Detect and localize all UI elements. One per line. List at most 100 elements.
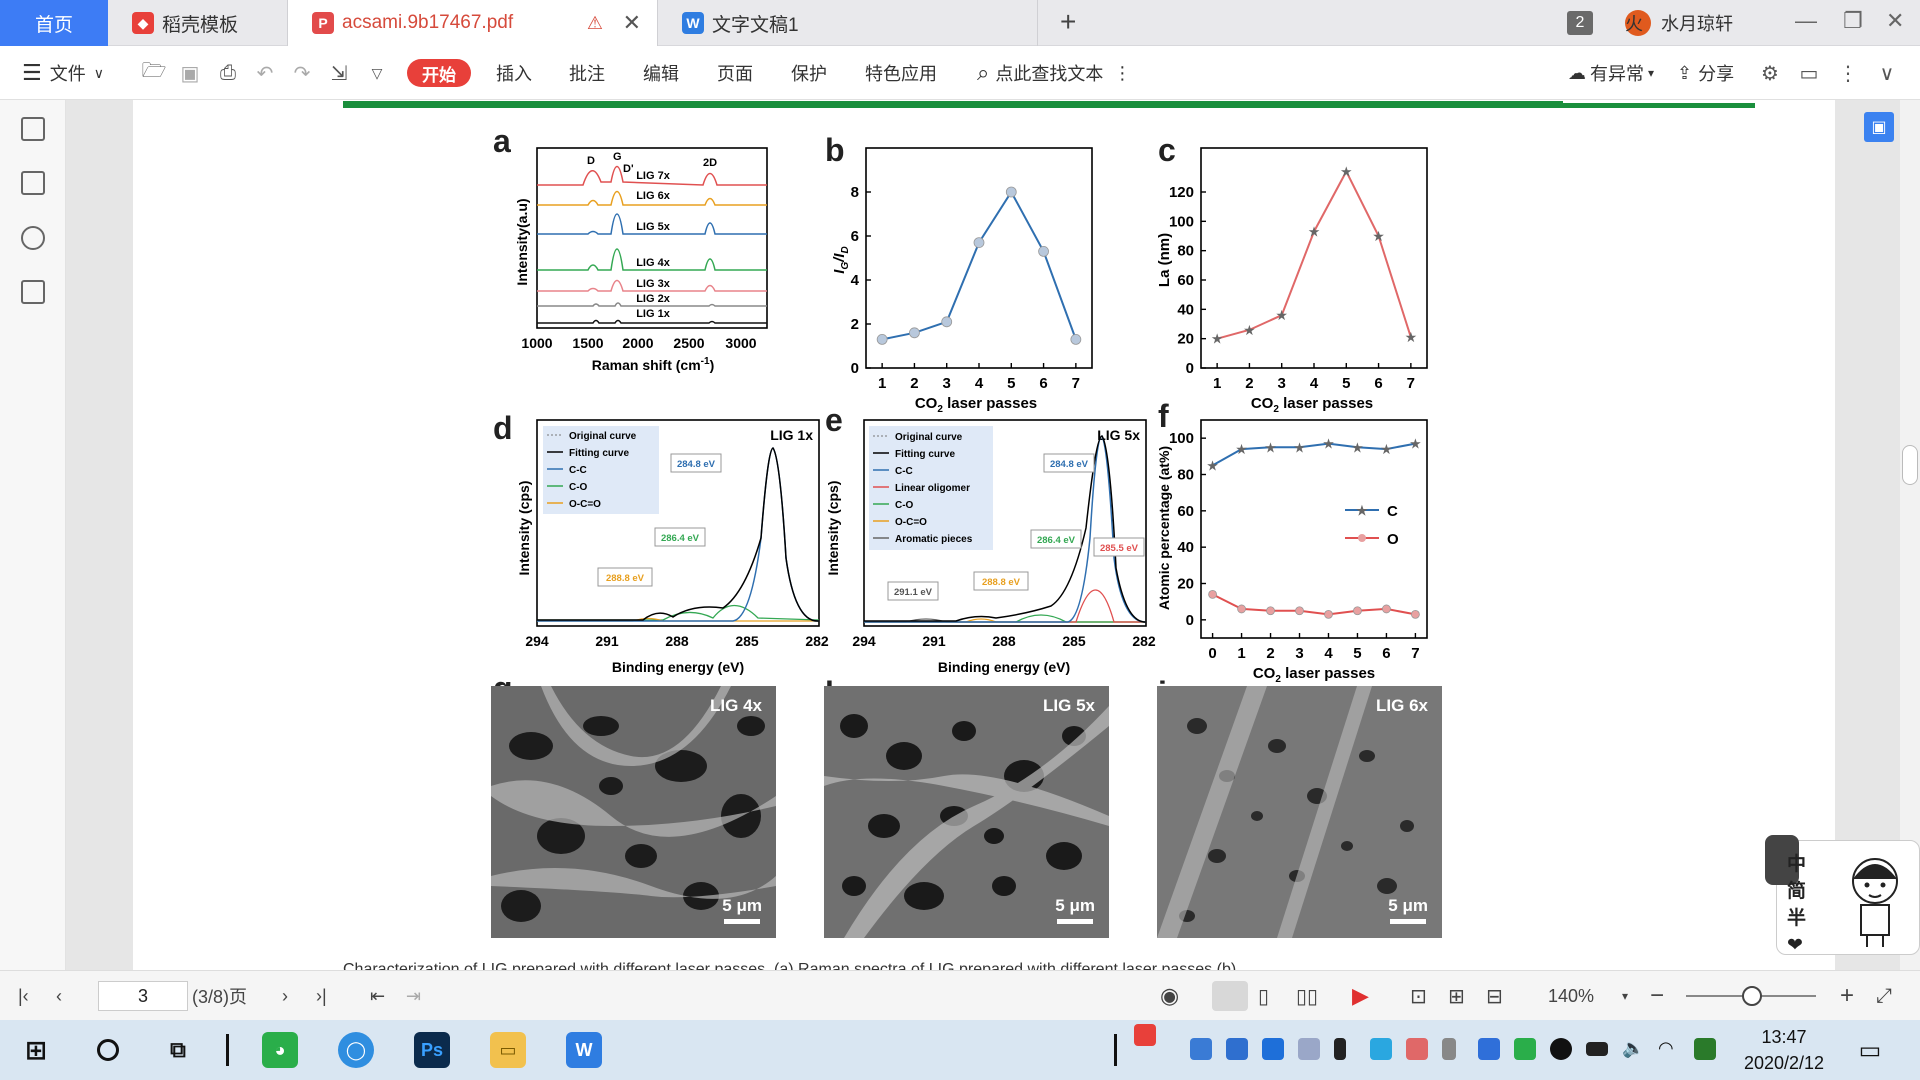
- comment-icon[interactable]: ▭: [1797, 61, 1821, 85]
- panel-b-point-0: [1005, 186, 1017, 198]
- wechat-tray-icon[interactable]: [1514, 1038, 1536, 1060]
- close-tab-icon[interactable]: ✕: [623, 10, 641, 36]
- writer-icon: W: [682, 12, 704, 34]
- eye-protection-icon[interactable]: ◉: [1160, 971, 1179, 1021]
- play-icon[interactable]: ▶: [1352, 971, 1369, 1021]
- zoom-level[interactable]: 140%: [1548, 971, 1594, 1021]
- export-icon[interactable]: ⇲: [327, 61, 351, 85]
- browser-icon[interactable]: ◯: [338, 1032, 374, 1068]
- panel-b-xtick-label: 3: [943, 375, 951, 392]
- tab-template[interactable]: ◆ 稻壳模板: [108, 0, 288, 46]
- zoom-out-icon[interactable]: −: [1650, 971, 1664, 1021]
- tab-insert[interactable]: 插入: [496, 46, 532, 100]
- battery-icon[interactable]: [1586, 1042, 1608, 1056]
- anomaly-button[interactable]: ☁ 有异常 ▾: [1568, 46, 1654, 100]
- single-page-view-icon[interactable]: [1212, 981, 1248, 1011]
- microphone-icon[interactable]: [1334, 1038, 1346, 1060]
- page-tool-icon[interactable]: ▣: [1864, 112, 1894, 142]
- more-icon[interactable]: ⋮: [1836, 61, 1860, 85]
- wps-icon[interactable]: W: [566, 1032, 602, 1068]
- legend-e-occo: O-C=O: [895, 517, 927, 528]
- zoom-in-icon[interactable]: +: [1840, 971, 1854, 1021]
- tab-home[interactable]: 首页: [0, 0, 108, 46]
- legend-f-c-marker: ★: [1356, 503, 1368, 518]
- notification-icon[interactable]: ▭: [1852, 1032, 1888, 1068]
- forward-icon[interactable]: ⇥: [406, 971, 421, 1021]
- tab-start[interactable]: 开始: [407, 59, 471, 87]
- undo-icon[interactable]: ↶: [253, 61, 277, 85]
- tab-pdf-label: acsami.9b17467.pdf: [342, 12, 514, 33]
- tab-page[interactable]: 页面: [717, 46, 753, 100]
- tray-app-icon-1[interactable]: [1190, 1038, 1212, 1060]
- actual-size-icon[interactable]: ⊡: [1410, 971, 1427, 1021]
- share-button[interactable]: ⇪ 分享: [1677, 46, 1734, 100]
- next-page-icon[interactable]: ›: [282, 971, 288, 1021]
- signature-icon[interactable]: [21, 280, 45, 304]
- fit-page-icon[interactable]: ⊞: [1448, 971, 1465, 1021]
- peak-label-g: G: [613, 151, 622, 163]
- legend-d-cc: C-C: [569, 465, 587, 476]
- file-menu[interactable]: ☰ 文件 ∨: [22, 46, 104, 100]
- tab-annotate[interactable]: 批注: [569, 46, 605, 100]
- minimize-icon[interactable]: —: [1795, 8, 1817, 34]
- wifi-icon[interactable]: ◠: [1658, 1038, 1680, 1060]
- zoom-dropdown-icon[interactable]: ▾: [1622, 971, 1628, 1021]
- close-window-icon[interactable]: ✕: [1886, 8, 1904, 34]
- search-box[interactable]: ⌕ 点此查找文本 ⋮: [977, 46, 1131, 100]
- xps-d-co-curve: [537, 604, 820, 621]
- windows-start-icon[interactable]: ⊞: [18, 1032, 54, 1068]
- tray-app-icon-4[interactable]: [1370, 1038, 1392, 1060]
- clock[interactable]: 13:47 2020/2/12: [1734, 1024, 1834, 1076]
- photoshop-icon[interactable]: Ps: [414, 1032, 450, 1068]
- tab-edit[interactable]: 编辑: [643, 46, 679, 100]
- file-explorer-icon[interactable]: ▭: [490, 1032, 526, 1068]
- page-number-input[interactable]: 3: [98, 981, 188, 1011]
- last-page-icon[interactable]: ›|: [316, 971, 327, 1021]
- xps-e-xlabel: Binding energy (eV): [938, 659, 1070, 675]
- back-icon[interactable]: ⇤: [370, 971, 385, 1021]
- panel-b-point-0: [941, 316, 953, 328]
- qq-icon[interactable]: [1550, 1038, 1572, 1060]
- tab-doc[interactable]: W 文字文稿1: [658, 0, 1038, 46]
- fit-width-icon[interactable]: ⊟: [1486, 971, 1503, 1021]
- more-dropdown-icon[interactable]: ▽: [365, 61, 389, 85]
- redo-icon[interactable]: ↷: [290, 61, 314, 85]
- tray-app-icon-5[interactable]: [1406, 1038, 1428, 1060]
- restore-icon[interactable]: ❐: [1843, 8, 1863, 34]
- tray-app-icon-3[interactable]: [1298, 1038, 1320, 1060]
- save-icon[interactable]: ▣: [178, 61, 202, 85]
- prev-page-icon[interactable]: ‹: [56, 971, 62, 1021]
- nvidia-icon[interactable]: [1694, 1038, 1716, 1060]
- scroll-thumb[interactable]: [1902, 445, 1918, 485]
- print-icon[interactable]: ⎙: [216, 61, 240, 85]
- cortana-icon[interactable]: [90, 1032, 126, 1068]
- ime-widget[interactable]: 中 简 半 ❤: [1765, 835, 1920, 956]
- settings-icon[interactable]: ⚙: [1758, 61, 1782, 85]
- document-area[interactable]: a b c d e f g h i LIG 7x LIG 6x LIG 5x: [66, 100, 1920, 970]
- tab-protect[interactable]: 保护: [791, 46, 827, 100]
- thumbnail-icon[interactable]: [21, 171, 45, 195]
- wechat-icon[interactable]: ◕: [262, 1032, 298, 1068]
- usb-icon[interactable]: [1442, 1038, 1456, 1060]
- sogou-icon[interactable]: [1134, 1024, 1156, 1046]
- continuous-view-icon[interactable]: ▯: [1258, 971, 1269, 1021]
- tab-pdf[interactable]: P acsami.9b17467.pdf ⚠ ✕: [288, 0, 658, 46]
- task-view-icon[interactable]: ⧉: [160, 1032, 196, 1068]
- dual-page-icon[interactable]: ▯▯: [1296, 971, 1318, 1021]
- first-page-icon[interactable]: |‹: [18, 971, 29, 1021]
- zoom-slider-knob[interactable]: [1742, 986, 1762, 1006]
- annotation-icon[interactable]: [21, 226, 45, 250]
- tray-app-icon-2[interactable]: [1226, 1038, 1248, 1060]
- tab-special[interactable]: 特色应用: [865, 46, 937, 100]
- user-area[interactable]: 火 水月琼轩: [1625, 0, 1733, 46]
- panel-c-ytick-label: 100: [1169, 213, 1194, 230]
- security-icon[interactable]: [1262, 1038, 1284, 1060]
- collapse-icon[interactable]: ∨: [1875, 61, 1899, 85]
- volume-icon[interactable]: 🔈: [1622, 1038, 1644, 1060]
- outline-icon[interactable]: [21, 117, 45, 141]
- bluetooth-icon[interactable]: [1478, 1038, 1500, 1060]
- fullscreen-icon[interactable]: ⤢: [1876, 971, 1892, 1021]
- window-count-badge[interactable]: 2: [1567, 11, 1593, 35]
- open-icon[interactable]: 🗁: [142, 60, 167, 85]
- new-tab-icon[interactable]: +: [1060, 6, 1076, 38]
